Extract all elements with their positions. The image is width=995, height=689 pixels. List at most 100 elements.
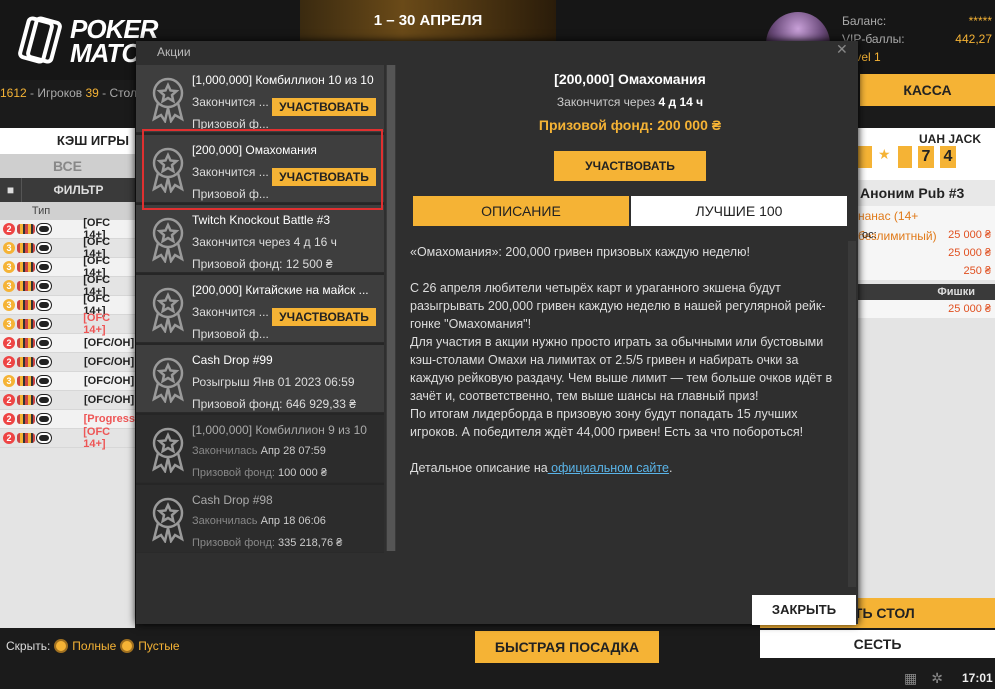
table-row[interactable]: 2 [OFC/OH] <box>0 334 135 353</box>
quick-seat-button[interactable]: БЫСТРАЯ ПОСАДКА <box>475 631 659 663</box>
tab-top-100[interactable]: ЛУЧШИЕ 100 <box>631 196 847 226</box>
table-row[interactable]: 3 [OFC 14+] <box>0 312 135 336</box>
hide-label: Скрыть: <box>6 639 51 653</box>
tab-cash-games[interactable]: КЭШ ИГРЫ <box>0 128 135 154</box>
promo-title: [200,000] Китайские на майск ... <box>192 283 369 297</box>
promo-list-scrollbar[interactable] <box>386 65 396 551</box>
seats-badge: 2 <box>3 432 15 444</box>
game-chip-icon <box>17 243 35 253</box>
promo-item[interactable]: Cash Drop #99 Розыгрыш Янв 01 2023 06:59 П… <box>136 345 384 413</box>
jackpot-counter: ★ 7 4 <box>858 146 956 168</box>
scrollbar-thumb[interactable] <box>387 65 395 551</box>
promo-fund: Призовой фонд: 646 929,33 ₴ <box>192 397 356 411</box>
seats-badge: 3 <box>3 261 15 273</box>
promo-description: «Омахомания»: 200,000 гривен призовых ка… <box>410 243 842 495</box>
promo-item[interactable]: [200,000] Китайские на майск ... Закончит… <box>136 275 384 343</box>
stake-value: 25 000 ₴ <box>948 247 991 259</box>
close-icon[interactable]: ✕ <box>836 41 848 58</box>
anonymous-mask-icon <box>37 338 51 348</box>
select-all-checkbox[interactable]: ■ <box>0 178 22 202</box>
level-label: Level 1 <box>842 50 881 64</box>
filter-all[interactable]: ВСЕ <box>0 154 135 178</box>
seats-badge: 3 <box>3 242 15 254</box>
promo-detail-fund: Призовой фонд: 200 000 ₴ <box>538 117 722 133</box>
anonymous-mask-icon <box>37 262 51 272</box>
promo-item[interactable]: Cash Drop #98 Закончилась Апр 18 06:06 При… <box>136 485 384 553</box>
stake-line: 250 ₴ <box>858 262 995 280</box>
table-row[interactable]: 2 [OFC/OH] <box>0 391 135 410</box>
promo-title: Cash Drop #98 <box>192 493 273 507</box>
stake-line: 25 000 ₴ <box>858 244 995 262</box>
jackpot-label: UAH JACK <box>918 132 981 146</box>
hide-full-label[interactable]: Полные <box>72 639 116 653</box>
medal-icon <box>146 75 190 125</box>
fund-value: 100 000 ₴ <box>278 467 327 479</box>
hide-empty-label[interactable]: Пустые <box>138 639 179 653</box>
seats-badge: 2 <box>3 223 15 235</box>
promo-ends: Закончится ... <box>192 95 269 109</box>
close-button[interactable]: ЗАКРЫТЬ <box>752 595 856 625</box>
promo-item[interactable]: [1,000,000] Комбиллион 10 из 10 Закончитс… <box>136 65 384 133</box>
tab-description[interactable]: ОПИСАНИЕ <box>413 196 629 226</box>
table-name: [OFC/OH] <box>84 375 135 387</box>
promo-title: [1,000,000] Комбиллион 9 из 10 <box>192 423 367 437</box>
table-name: [OFC 14+] <box>83 426 111 450</box>
promo-ends: Закончится через 4 д 16 ч <box>192 235 337 249</box>
join-promo-button[interactable]: УЧАСТВОВАТЬ <box>554 151 706 181</box>
hide-full-radio[interactable] <box>54 639 69 653</box>
filter-button[interactable]: ФИЛЬТР <box>22 178 135 202</box>
join-button[interactable]: УЧАСТВОВАТЬ <box>272 98 376 116</box>
game-chip-icon <box>17 300 35 310</box>
promo-fund: Призовой фонд: 12 500 ₴ <box>192 257 333 271</box>
chips-header: Фишки <box>858 284 995 300</box>
sit-button[interactable]: СЕСТЬ <box>760 630 995 658</box>
selected-promo-highlight <box>142 129 383 210</box>
seats-badge: 3 <box>3 280 15 292</box>
logo-mark-icon <box>18 16 62 64</box>
anonymous-mask-icon <box>37 376 51 386</box>
more-prefix: Детальное описание на <box>410 461 548 475</box>
row-icons: 2 <box>0 337 84 349</box>
game-chip-icon <box>17 376 35 386</box>
anonymous-mask-icon <box>37 357 51 367</box>
gear-icon[interactable]: ✲ <box>931 670 943 687</box>
lobby-table-list: КЭШ ИГРЫ ВСЕ ■ ФИЛЬТР Тип 2 [OFC 14+] 3 [OFC… <box>0 128 135 628</box>
promo-item[interactable]: [1,000,000] Комбиллион 9 из 10 Закончилас… <box>136 415 384 483</box>
row-icons: 3 <box>0 280 83 292</box>
stake-value: 25 000 ₴ <box>948 229 991 241</box>
promo-ends: Розыгрыш Янв 01 2023 06:59 <box>192 375 355 389</box>
ends-label: Закончится через <box>556 95 659 109</box>
filter-bar[interactable]: ■ ФИЛЬТР <box>0 178 135 202</box>
anonymous-mask-icon <box>37 224 51 234</box>
medal-icon <box>146 285 190 335</box>
cashier-button[interactable]: КАССА <box>860 74 995 106</box>
table-row[interactable]: 2 [OFC 14+] <box>0 426 135 450</box>
promo-banner[interactable]: 1 – 30 АПРЕЛЯ <box>300 0 556 42</box>
seats-badge: 2 <box>3 394 15 406</box>
description-scrollbar[interactable] <box>848 241 856 587</box>
table-row[interactable]: 3 [OFC/OH] <box>0 372 135 391</box>
game-chip-icon <box>17 395 35 405</box>
logo-text-bottom: MATC <box>70 38 140 68</box>
table-rows: 2 [OFC 14+] 3 [OFC 14+] 3 [OFC 14+] 3 [OFC 14+]… <box>0 217 135 450</box>
tables-label: - Стол <box>98 86 137 100</box>
player-row: 25 000 ₴ <box>858 300 995 318</box>
promo-title: Twitch Knockout Battle #3 <box>192 213 331 227</box>
calendar-icon[interactable]: ▦ <box>904 670 917 687</box>
seats-badge: 3 <box>3 318 15 330</box>
balance-label: Баланс: <box>842 14 887 28</box>
join-button[interactable]: УЧАСТВОВАТЬ <box>272 308 376 326</box>
medal-icon <box>146 495 190 545</box>
table-row[interactable]: 2 [OFC/OH] <box>0 353 135 372</box>
row-icons: 3 <box>0 261 83 273</box>
promo-item[interactable]: Twitch Knockout Battle #3 Закончится чере… <box>136 205 384 273</box>
account-info: Баланс: ***** VIP-баллы: 442,27 Level 1 <box>842 12 992 66</box>
hide-empty-radio[interactable] <box>120 639 135 653</box>
table-name: Аноним Pub #3 <box>858 180 995 206</box>
table-name: [OFC 14+] <box>83 312 111 336</box>
table-name: [OFC/OH] <box>84 394 135 406</box>
clock: 17:01 <box>962 671 993 685</box>
status-icons: ▦ ✲ <box>904 670 943 687</box>
type-column-header[interactable]: Тип <box>0 202 82 220</box>
official-site-link[interactable]: официальном сайте <box>548 461 669 475</box>
